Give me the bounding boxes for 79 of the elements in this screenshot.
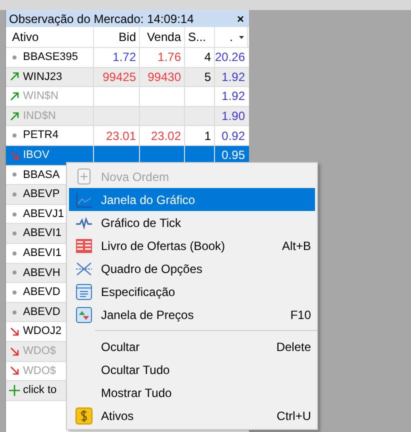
symbol-text: ABEVH	[23, 266, 60, 281]
menu-item[interactable]: Ocultar Delete	[69, 335, 315, 358]
plus-document-icon	[75, 168, 93, 186]
spread-value: 5	[204, 68, 211, 86]
plus-icon	[8, 384, 20, 396]
symbol-text: WIN$N	[23, 89, 58, 104]
dot-icon	[12, 133, 16, 138]
symbol-text: ABEVD	[23, 304, 60, 320]
menu-item[interactable]: Gráfico de Tick	[69, 211, 315, 234]
column-header[interactable]: Venda	[140, 27, 185, 47]
table-icon	[75, 236, 93, 254]
change-value: 0.95	[222, 147, 245, 164]
bid-value: 1.72	[112, 49, 136, 66]
menu-item[interactable]: Janela de Preços F10	[69, 303, 315, 326]
symbol-text: click to	[23, 383, 57, 398]
symbol-text: WDO$	[23, 344, 56, 359]
up-arrow-icon	[10, 72, 18, 82]
dot-icon	[12, 250, 16, 256]
table-row[interactable]: WINJ23 99425 99430 5 1.92	[6, 68, 249, 88]
symbol-text: BBASE395	[23, 50, 78, 66]
up-arrow-icon	[10, 92, 18, 101]
ask-value: 1.76	[158, 49, 181, 66]
dot-icon	[12, 54, 16, 60]
column-header[interactable]: Bid	[94, 27, 140, 47]
symbol-text: ABEVP	[23, 187, 60, 202]
dollar-icon	[75, 406, 93, 424]
dot-icon	[12, 212, 16, 217]
change-value: 1.90	[222, 108, 245, 126]
price-window-icon	[75, 306, 93, 324]
line-chart-icon	[75, 190, 93, 208]
menu-item[interactable]: Ativos Ctrl+U	[69, 404, 315, 427]
dot-icon	[12, 290, 16, 295]
symbol-text: WINJ23	[23, 70, 62, 85]
close-button[interactable]: ×	[234, 12, 246, 24]
change-value: 1.92	[222, 68, 245, 86]
symbol-text: PETR4	[23, 128, 58, 144]
symbol-text: WDOJ2	[23, 324, 62, 340]
bid-value: 99425	[102, 68, 136, 86]
down-arrow-icon	[10, 346, 18, 356]
down-arrow-icon	[10, 327, 18, 336]
change-value: 1.92	[222, 88, 245, 106]
window-title: Observação do Mercado: 14:09:14	[9, 10, 194, 28]
symbol-text: ABEVD	[23, 285, 60, 300]
symbol-text: ABEVI1	[23, 226, 62, 242]
list-window-icon	[75, 282, 93, 300]
ask-value: 23.02	[150, 128, 181, 145]
symbol-text: IND$N	[23, 108, 56, 124]
menu-item[interactable]: Janela do Gráfico	[69, 188, 315, 211]
menu-item[interactable]: Especificação	[69, 280, 315, 303]
dot-icon	[12, 270, 16, 276]
menu-item[interactable]: Quadro de Opções	[69, 257, 315, 280]
symbol-text: WDO$	[23, 364, 56, 379]
menu-item[interactable]: Livro de Ofertas (Book) Alt+B	[69, 234, 315, 257]
cross-lines-icon	[75, 260, 93, 278]
up-arrow-icon	[10, 112, 18, 121]
menu-item[interactable]: Mostrar Tudo	[69, 381, 315, 404]
down-arrow-icon	[10, 150, 18, 160]
dot-icon	[12, 310, 16, 315]
column-header[interactable]: Ativo	[6, 27, 94, 47]
spread-value: 1	[204, 128, 211, 145]
dot-icon	[12, 231, 16, 236]
caret-icon	[239, 36, 244, 38]
symbol-text: BBASA	[23, 168, 60, 183]
change-value: 0.92	[222, 128, 245, 145]
table-row[interactable]: BBASE395 1.72 1.76 4 20.26	[6, 48, 249, 68]
menu-item[interactable]: Ocultar Tudo	[69, 358, 315, 381]
dot-icon	[12, 172, 16, 178]
change-value: 20.26	[214, 49, 245, 66]
dot-icon	[12, 192, 16, 197]
bid-value: 23.01	[106, 128, 136, 145]
table-row[interactable]: PETR4 23.01 23.02 1 0.92	[6, 126, 249, 146]
down-arrow-icon	[10, 366, 18, 376]
spread-value: 4	[204, 49, 211, 66]
symbol-text: ABEVJ1	[23, 206, 64, 222]
column-header[interactable]: S...	[185, 27, 215, 47]
ask-value: 99430	[148, 68, 181, 86]
column-header[interactable]: .	[215, 27, 248, 47]
symbol-text: IBOV	[23, 148, 50, 164]
symbol-text: ABEVI1	[23, 246, 62, 261]
